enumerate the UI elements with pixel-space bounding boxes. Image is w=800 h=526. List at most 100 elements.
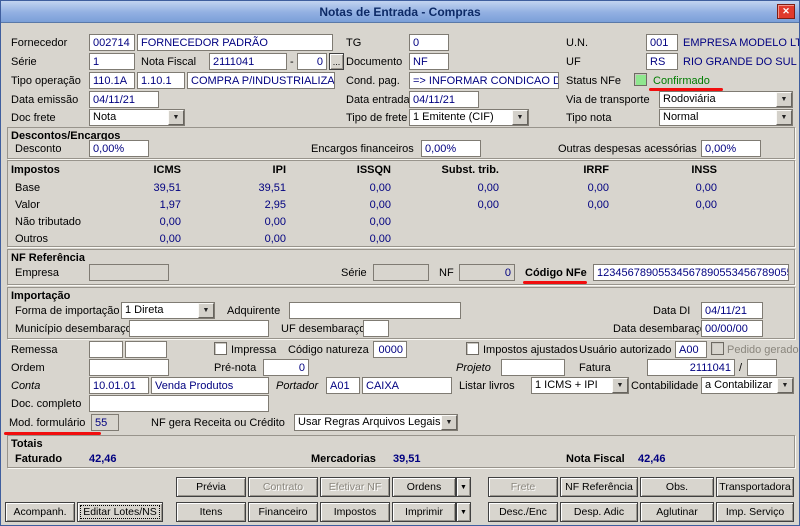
status-nfe-checkbox[interactable] [634, 73, 647, 86]
tipo-nota-select[interactable]: Normal ▼ [659, 109, 793, 126]
uf-code-field[interactable]: RS [646, 53, 678, 70]
ordens-button[interactable]: Ordens [392, 477, 456, 497]
cond-pag-field[interactable]: => INFORMAR CONDICAO DE PA [409, 72, 559, 89]
faturado-value: 42,46 [89, 452, 117, 467]
impostos-cell: 0,00 [331, 198, 391, 213]
chevron-down-icon[interactable]: ▼ [776, 92, 792, 107]
impostos-ajustados-label: Impostos ajustados [483, 343, 578, 358]
doc-completo-field[interactable] [89, 395, 269, 412]
nf-gera-label: NF gera Receita ou Crédito [151, 416, 285, 431]
fatura-field[interactable]: 2111041 [647, 359, 735, 376]
impostos-button[interactable]: Impostos [320, 502, 390, 522]
tg-field[interactable]: 0 [409, 34, 449, 51]
nf-referencia-title: NF Referência [11, 251, 85, 266]
nota-fiscal-suffix-field[interactable]: 0 [297, 53, 327, 70]
via-transporte-select[interactable]: Rodoviária ▼ [659, 91, 793, 108]
outras-despesas-field[interactable]: 0,00% [701, 140, 761, 157]
chevron-down-icon[interactable]: ▼ [168, 110, 184, 125]
ordem-field[interactable] [89, 359, 169, 376]
codigo-nfe-label: Código NFe [525, 266, 587, 281]
desc-enc-button[interactable]: Desc./Enc [488, 502, 558, 522]
impostos-cell: 0,00 [657, 198, 717, 213]
data-desembaraco-label: Data desembaraço [613, 322, 706, 337]
chevron-down-icon[interactable]: ▼ [441, 415, 457, 430]
nota-fiscal-browse-button[interactable]: ... [329, 53, 344, 70]
acompanh-button[interactable]: Acompanh. [5, 502, 75, 522]
tipo-nota-label: Tipo nota [566, 111, 611, 126]
codigo-natureza-field[interactable]: 0000 [373, 341, 407, 358]
desp-adic-button[interactable]: Desp. Adic [560, 502, 638, 522]
tipo-operacao-code1-field[interactable]: 110.1A [89, 72, 135, 89]
imprimir-button[interactable]: Imprimir [392, 502, 456, 522]
adquirente-field[interactable] [289, 302, 461, 319]
tipo-operacao-code2-field[interactable]: 1.10.1 [137, 72, 185, 89]
aglutinar-button[interactable]: Aglutinar [640, 502, 714, 522]
impostos-col-icms: ICMS [121, 163, 181, 178]
title-bar[interactable]: Notas de Entrada - Compras ✕ [1, 1, 799, 23]
chevron-down-icon[interactable]: ▼ [512, 110, 528, 125]
annotation-underline-codigo-nfe [523, 281, 587, 284]
faturado-label: Faturado [15, 452, 62, 467]
data-di-field[interactable]: 04/11/21 [701, 302, 763, 319]
desconto-field[interactable]: 0,00% [89, 140, 149, 157]
pre-nota-field[interactable]: 0 [263, 359, 309, 376]
ordens-dropdown-button[interactable]: ▼ [456, 477, 471, 497]
uf-label: UF [566, 55, 581, 70]
fornecedor-name-field: FORNECEDOR PADRÃO [137, 34, 333, 51]
listar-livros-select[interactable]: 1 ICMS + IPI ▼ [531, 377, 629, 394]
fatura-label: Fatura [579, 361, 611, 376]
codigo-nfe-field[interactable]: 1234567890553456789055345678905534567890… [593, 264, 789, 281]
nf-referencia-button[interactable]: NF Referência [560, 477, 638, 497]
fornecedor-code-field[interactable]: 002714 [89, 34, 135, 51]
municipio-desembaraco-field[interactable] [129, 320, 269, 337]
encargos-field[interactable]: 0,00% [421, 140, 481, 157]
impostos-ajustados-checkbox[interactable] [466, 342, 479, 355]
usuario-autorizado-field[interactable]: A00 [675, 341, 707, 358]
data-emissao-field[interactable]: 04/11/21 [89, 91, 159, 108]
outras-despesas-label: Outras despesas acessórias [558, 142, 697, 157]
transportadora-button[interactable]: Transportadora [716, 477, 794, 497]
editar-lotes-ns-button[interactable]: Editar Lotes/NS [77, 502, 163, 522]
pedido-gerado-label: Pedido gerado [727, 343, 799, 358]
imprimir-dropdown-button[interactable]: ▼ [456, 502, 471, 522]
data-entrada-field[interactable]: 04/11/21 [409, 91, 479, 108]
imp-servico-button[interactable]: Imp. Serviço [716, 502, 794, 522]
chevron-down-icon[interactable]: ▼ [198, 303, 214, 318]
nf-gera-select[interactable]: Usar Regras Arquivos Legais ▼ [294, 414, 458, 431]
close-button[interactable]: ✕ [777, 4, 795, 19]
doc-frete-select[interactable]: Nota ▼ [89, 109, 185, 126]
conta-field[interactable]: 10.01.01 [89, 377, 149, 394]
forma-importacao-select[interactable]: 1 Direta ▼ [121, 302, 215, 319]
impostos-col-inss: INSS [657, 163, 717, 178]
impressa-label: Impressa [231, 343, 276, 358]
portador-field[interactable]: A01 [326, 377, 360, 394]
itens-button[interactable]: Itens [176, 502, 246, 522]
tipo-frete-select[interactable]: 1 Emitente (CIF) ▼ [409, 109, 529, 126]
pedido-gerado-checkbox [711, 342, 724, 355]
impostos-row-nao-tributado-label: Não tributado [15, 215, 81, 230]
financeiro-button[interactable]: Financeiro [248, 502, 318, 522]
portador-descricao-field: CAIXA [362, 377, 452, 394]
impostos-cell: 1,97 [121, 198, 181, 213]
documento-field[interactable]: NF [409, 53, 449, 70]
un-code-field[interactable]: 001 [646, 34, 678, 51]
chevron-down-icon[interactable]: ▼ [776, 110, 792, 125]
data-desembaraco-field[interactable]: 00/00/00 [701, 320, 763, 337]
nf-ref-nf-label: NF [439, 266, 454, 281]
chevron-down-icon[interactable]: ▼ [777, 378, 793, 393]
fatura-field-2[interactable] [747, 359, 777, 376]
fornecedor-label: Fornecedor [11, 36, 67, 51]
contabilidade-select[interactable]: a Contabilizar ▼ [701, 377, 794, 394]
previa-button[interactable]: Prévia [176, 477, 246, 497]
nota-fiscal-field[interactable]: 2111041 [209, 53, 287, 70]
obs-button[interactable]: Obs. [640, 477, 714, 497]
uf-desembaraco-field[interactable] [363, 320, 389, 337]
chevron-down-icon[interactable]: ▼ [612, 378, 628, 393]
impostos-col-irrf: IRRF [549, 163, 609, 178]
projeto-field[interactable] [501, 359, 565, 376]
remessa-field-1[interactable] [89, 341, 123, 358]
impressa-checkbox[interactable] [214, 342, 227, 355]
serie-field[interactable]: 1 [89, 53, 135, 70]
status-nfe-label: Status NFe [566, 74, 621, 89]
remessa-field-2[interactable] [125, 341, 167, 358]
